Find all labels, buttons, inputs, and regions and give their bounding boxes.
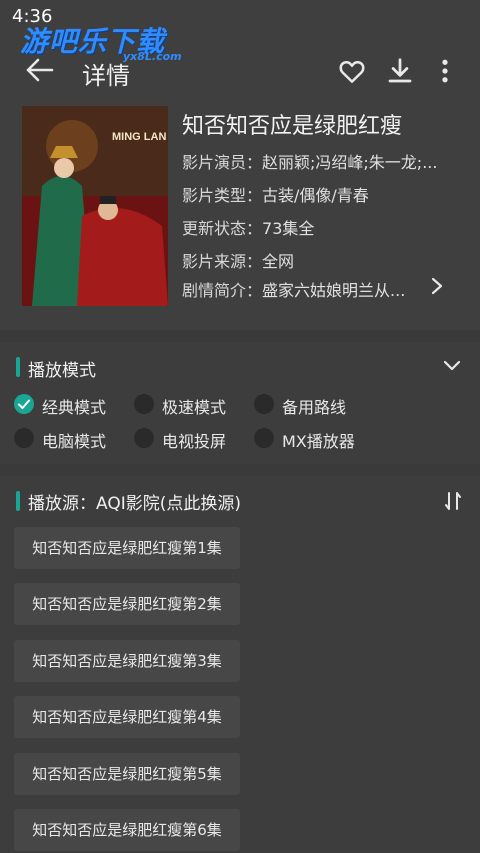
play-mode-section: 播放模式 经典模式 极速模式 备用路线 电脑模式 电视投屏 MX播放器 [0, 342, 480, 464]
meta-value: 古装/偶像/青春 [262, 186, 369, 205]
watermark-sub: yx8L.com [123, 50, 182, 63]
episode-button[interactable]: 知否知否应是绿肥红瘦第2集 [14, 583, 240, 625]
section-accent-bar [16, 491, 20, 511]
episode-button[interactable]: 知否知否应是绿肥红瘦第6集 [14, 809, 240, 851]
section-accent-bar [16, 357, 20, 377]
play-source-title[interactable]: 播放源：AQI影院(点此换源) [28, 489, 241, 514]
radio-label[interactable]: 电脑模式 [42, 428, 106, 452]
movie-poster[interactable]: MING LAN [22, 106, 168, 306]
movie-detail: MING LAN 知否知否应是绿肥红瘦 影片演员：赵丽颖;冯绍峰;朱一龙;...… [0, 100, 480, 330]
episode-button[interactable]: 知否知否应是绿肥红瘦第5集 [14, 753, 240, 795]
meta-status: 更新状态：73集全 [182, 215, 452, 239]
meta-value: 盛家六姑娘明兰从... [262, 281, 406, 300]
meta-key: 影片类型： [182, 186, 263, 205]
radio-label[interactable]: MX播放器 [282, 428, 355, 452]
radio-backup-route[interactable] [254, 394, 274, 414]
episode-button[interactable]: 知否知否应是绿肥红瘦第1集 [14, 527, 240, 569]
radio-label[interactable]: 极速模式 [162, 394, 226, 418]
play-source-section: 播放源：AQI影院(点此换源) 知否知否应是绿肥红瘦第1集 知否知否应是绿肥红瘦… [0, 476, 480, 853]
sort-icon[interactable] [443, 490, 463, 512]
radio-label[interactable]: 备用路线 [282, 394, 346, 418]
app-bar: 4:36 游吧乐下载 yx8L.com 详情 [0, 0, 480, 100]
meta-key: 剧情简介： [182, 281, 263, 300]
meta-key: 影片演员： [182, 153, 263, 172]
radio-mx-player[interactable] [254, 428, 274, 448]
meta-key: 影片来源： [182, 252, 263, 271]
chevron-right-icon[interactable] [430, 276, 444, 296]
meta-key: 更新状态： [182, 219, 263, 238]
episode-button[interactable]: 知否知否应是绿肥红瘦第3集 [14, 640, 240, 682]
meta-source: 影片来源：全网 [182, 248, 452, 272]
movie-title: 知否知否应是绿肥红瘦 [182, 114, 403, 139]
radio-pc-mode[interactable] [14, 428, 34, 448]
radio-label[interactable]: 电视投屏 [162, 428, 226, 452]
meta-value: 赵丽颖;冯绍峰;朱一龙;... [262, 153, 438, 172]
arrow-left-icon[interactable] [24, 56, 56, 84]
meta-value: 73集全 [262, 219, 315, 238]
page-title: 详情 [82, 62, 130, 90]
download-icon[interactable] [385, 56, 415, 86]
radio-fast-mode[interactable] [134, 394, 154, 414]
chevron-down-icon[interactable] [442, 358, 462, 374]
poster-title: MING LAN [112, 131, 167, 143]
meta-actors: 影片演员：赵丽颖;冯绍峰;朱一龙;... [182, 149, 452, 173]
more-vert-icon[interactable] [430, 56, 460, 86]
episode-button[interactable]: 知否知否应是绿肥红瘦第4集 [14, 696, 240, 738]
radio-tv-cast[interactable] [134, 428, 154, 448]
heart-outline-icon[interactable] [337, 56, 367, 86]
play-mode-title: 播放模式 [28, 361, 96, 381]
radio-label[interactable]: 经典模式 [42, 394, 106, 418]
meta-synopsis[interactable]: 剧情简介：盛家六姑娘明兰从... [182, 277, 422, 301]
radio-classic-mode[interactable] [14, 394, 34, 414]
meta-genre: 影片类型：古装/偶像/青春 [182, 182, 452, 206]
meta-value: 全网 [262, 252, 295, 271]
